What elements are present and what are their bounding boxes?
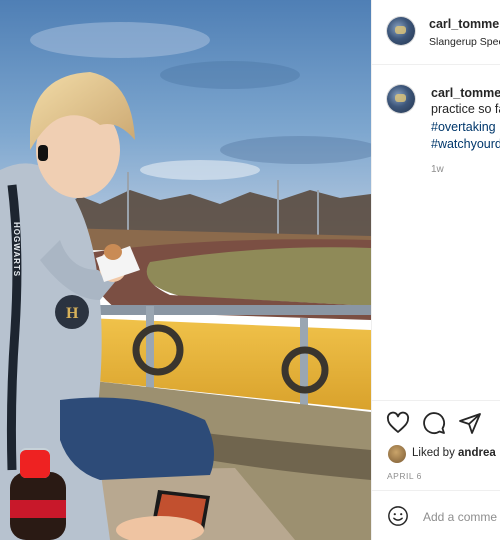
share-icon[interactable] [458,411,482,435]
caption-comment: carl_tommer practice so fa #overtaking #… [372,64,500,400]
hashtag-watchyourd[interactable]: #watchyourd [431,137,500,151]
post-date[interactable]: APRIL 6 [387,471,422,481]
caption-text: practice so fa [431,102,500,116]
emoji-icon[interactable] [387,505,409,527]
post-location[interactable]: Slangerup Spee [429,36,500,48]
caption-username[interactable]: carl_tommer [431,86,500,100]
post-side-panel: carl_tommer Slangerup Spee carl_tommer p… [371,0,500,540]
author-avatar[interactable] [387,17,415,45]
post-photo[interactable]: HOGWARTS H [0,0,371,540]
liker-avatar[interactable] [388,445,406,463]
post-header: carl_tommer Slangerup Spee [372,0,500,65]
liked-by-label: Liked by [412,447,459,459]
svg-text:H: H [66,305,79,322]
caption-avatar[interactable] [387,85,415,113]
heart-icon[interactable] [386,411,410,435]
add-comment-input[interactable]: Add a comme [423,510,497,524]
bottle-cap [20,450,50,478]
add-comment-bar: Add a comme [372,490,500,540]
post-actions: Liked by andrea APRIL 6 [372,400,500,491]
comment-icon[interactable] [422,411,446,435]
hashtag-overtaking[interactable]: #overtaking [431,120,496,134]
liker-username[interactable]: andrea [458,447,496,459]
photo-scene: HOGWARTS H [0,0,371,540]
jersey-text: HOGWARTS [12,222,21,277]
caption-timestamp[interactable]: 1w [431,164,444,175]
author-username[interactable]: carl_tommer [429,17,500,31]
